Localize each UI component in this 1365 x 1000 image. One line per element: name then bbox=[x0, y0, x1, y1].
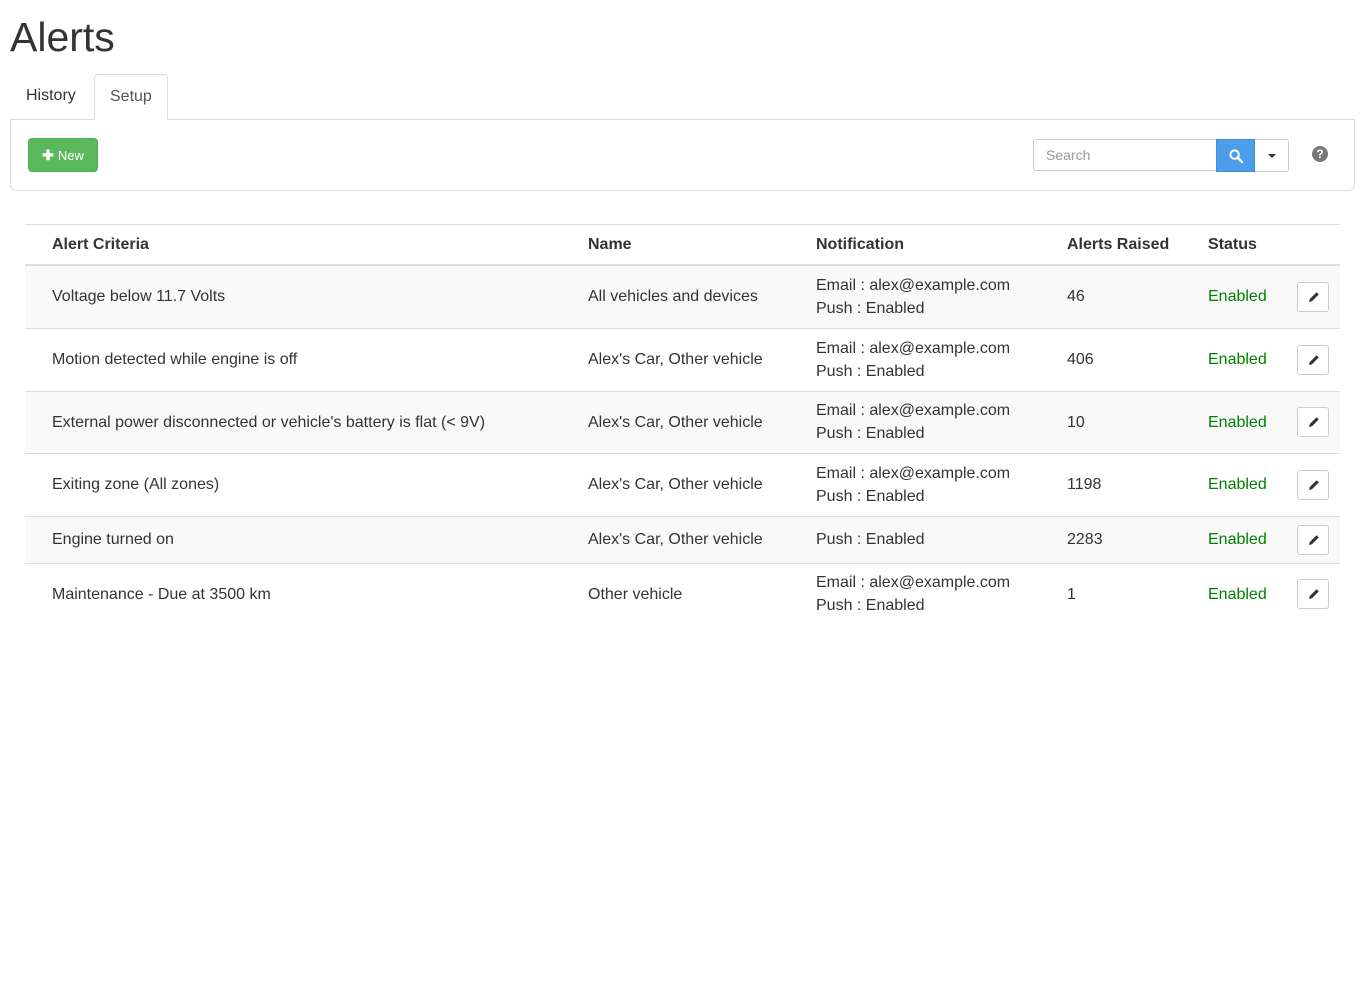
cell-criteria: Motion detected while engine is off bbox=[25, 327, 588, 391]
notification-push: Push : Enabled bbox=[816, 425, 925, 442]
cell-notification: Email : alex@example.com Push : Enabled bbox=[816, 264, 1067, 328]
edit-button[interactable] bbox=[1297, 407, 1329, 437]
notification-email: Email : alex@example.com bbox=[816, 339, 1011, 357]
cell-actions bbox=[1297, 264, 1340, 328]
cell-name: Alex's Car, Other vehicle bbox=[588, 452, 816, 516]
cell-actions bbox=[1297, 562, 1340, 625]
cell-alerts-raised: 46 bbox=[1067, 264, 1208, 328]
caret-down-icon bbox=[1268, 154, 1276, 158]
new-alert-button[interactable]: ✚ New bbox=[28, 138, 98, 172]
cell-name: Alex's Car, Other vehicle bbox=[588, 327, 816, 391]
edit-button[interactable] bbox=[1297, 579, 1329, 610]
notification-push: Push : Enabled bbox=[816, 597, 925, 615]
search-input[interactable] bbox=[1033, 139, 1216, 171]
tab-bar: History Setup bbox=[10, 74, 1355, 120]
toolbar-panel: ✚New ? bbox=[10, 119, 1355, 191]
notification-email: Email : alex@example.com bbox=[816, 574, 1011, 592]
cell-actions bbox=[1297, 390, 1340, 453]
notification-email: Email : alex@example.com bbox=[816, 276, 1011, 294]
status-badge: Enabled bbox=[1208, 515, 1297, 563]
cell-notification: Email : alex@example.com Push : Enabled bbox=[816, 562, 1067, 625]
cell-name: Alex's Car, Other vehicle bbox=[588, 390, 816, 453]
cell-name: Other vehicle bbox=[588, 562, 816, 625]
cell-notification: Email : alex@example.com Push : Enabled bbox=[816, 452, 1067, 516]
notification-email: Email : alex@example.com bbox=[816, 464, 1011, 482]
pencil-icon bbox=[1309, 354, 1319, 365]
header-name[interactable]: Name bbox=[588, 224, 816, 266]
search-options-dropdown[interactable] bbox=[1255, 139, 1289, 172]
cell-actions bbox=[1297, 452, 1340, 516]
search-icon bbox=[1229, 149, 1243, 163]
pencil-icon bbox=[1309, 534, 1319, 545]
notification-push: Push : Enabled bbox=[816, 487, 925, 505]
status-badge: Enabled bbox=[1208, 327, 1297, 391]
cell-actions bbox=[1297, 515, 1340, 563]
plus-icon: ✚ bbox=[42, 147, 54, 163]
table-row: Engine turned on Alex's Car, Other vehic… bbox=[25, 515, 1340, 563]
notification-push: Push : Enabled bbox=[816, 531, 925, 548]
status-badge: Enabled bbox=[1208, 264, 1297, 328]
cell-alerts-raised: 2283 bbox=[1067, 515, 1208, 563]
cell-notification: Email : alex@example.com Push : Enabled bbox=[816, 327, 1067, 391]
notification-email: Email : alex@example.com bbox=[816, 402, 1011, 419]
cell-name: All vehicles and devices bbox=[588, 264, 816, 328]
header-notification[interactable]: Notification bbox=[816, 224, 1067, 266]
header-actions bbox=[1297, 224, 1340, 266]
alerts-table: Alert Criteria Name Notification Alerts … bbox=[25, 224, 1340, 625]
cell-notification: Email : alex@example.com Push : Enabled bbox=[816, 390, 1067, 453]
cell-criteria: Engine turned on bbox=[25, 515, 588, 563]
cell-name: Alex's Car, Other vehicle bbox=[588, 515, 816, 563]
table-row: Motion detected while engine is off Alex… bbox=[25, 327, 1340, 391]
table-header-row: Alert Criteria Name Notification Alerts … bbox=[25, 224, 1340, 266]
table-row: Voltage below 11.7 Volts All vehicles an… bbox=[25, 264, 1340, 328]
question-circle-icon[interactable]: ? bbox=[1312, 146, 1328, 162]
status-badge: Enabled bbox=[1208, 562, 1297, 625]
status-badge: Enabled bbox=[1208, 390, 1297, 453]
search-button[interactable] bbox=[1216, 139, 1255, 172]
cell-alerts-raised: 406 bbox=[1067, 327, 1208, 391]
notification-push: Push : Enabled bbox=[816, 362, 925, 380]
pencil-icon bbox=[1309, 589, 1319, 600]
status-badge: Enabled bbox=[1208, 452, 1297, 516]
pencil-icon bbox=[1309, 479, 1319, 490]
cell-criteria: External power disconnected or vehicle's… bbox=[25, 390, 588, 453]
table-row: External power disconnected or vehicle's… bbox=[25, 390, 1340, 453]
cell-alerts-raised: 10 bbox=[1067, 390, 1208, 453]
page-title: Alerts bbox=[10, 14, 115, 60]
cell-notification: Push : Enabled bbox=[816, 515, 1067, 563]
edit-button[interactable] bbox=[1297, 344, 1329, 375]
cell-alerts-raised: 1 bbox=[1067, 562, 1208, 625]
header-alerts-raised[interactable]: Alerts Raised bbox=[1067, 224, 1208, 266]
header-alert-criteria[interactable]: Alert Criteria bbox=[25, 224, 588, 266]
table-row: Exiting zone (All zones) Alex's Car, Oth… bbox=[25, 452, 1340, 516]
edit-button[interactable] bbox=[1297, 281, 1329, 312]
header-status[interactable]: Status bbox=[1208, 224, 1297, 266]
new-button-label: New bbox=[57, 148, 84, 163]
tab-history[interactable]: History bbox=[11, 74, 91, 118]
cell-criteria: Maintenance - Due at 3500 km bbox=[25, 562, 588, 625]
table-row: Maintenance - Due at 3500 km Other vehic… bbox=[25, 562, 1340, 625]
tab-setup[interactable]: Setup bbox=[94, 74, 168, 120]
cell-criteria: Exiting zone (All zones) bbox=[25, 452, 588, 516]
cell-actions bbox=[1297, 327, 1340, 391]
notification-push: Push : Enabled bbox=[816, 299, 925, 317]
pencil-icon bbox=[1309, 291, 1319, 302]
cell-criteria: Voltage below 11.7 Volts bbox=[25, 264, 588, 328]
edit-button[interactable] bbox=[1297, 524, 1329, 555]
pencil-icon bbox=[1309, 417, 1319, 427]
cell-alerts-raised: 1198 bbox=[1067, 452, 1208, 516]
edit-button[interactable] bbox=[1297, 469, 1329, 500]
